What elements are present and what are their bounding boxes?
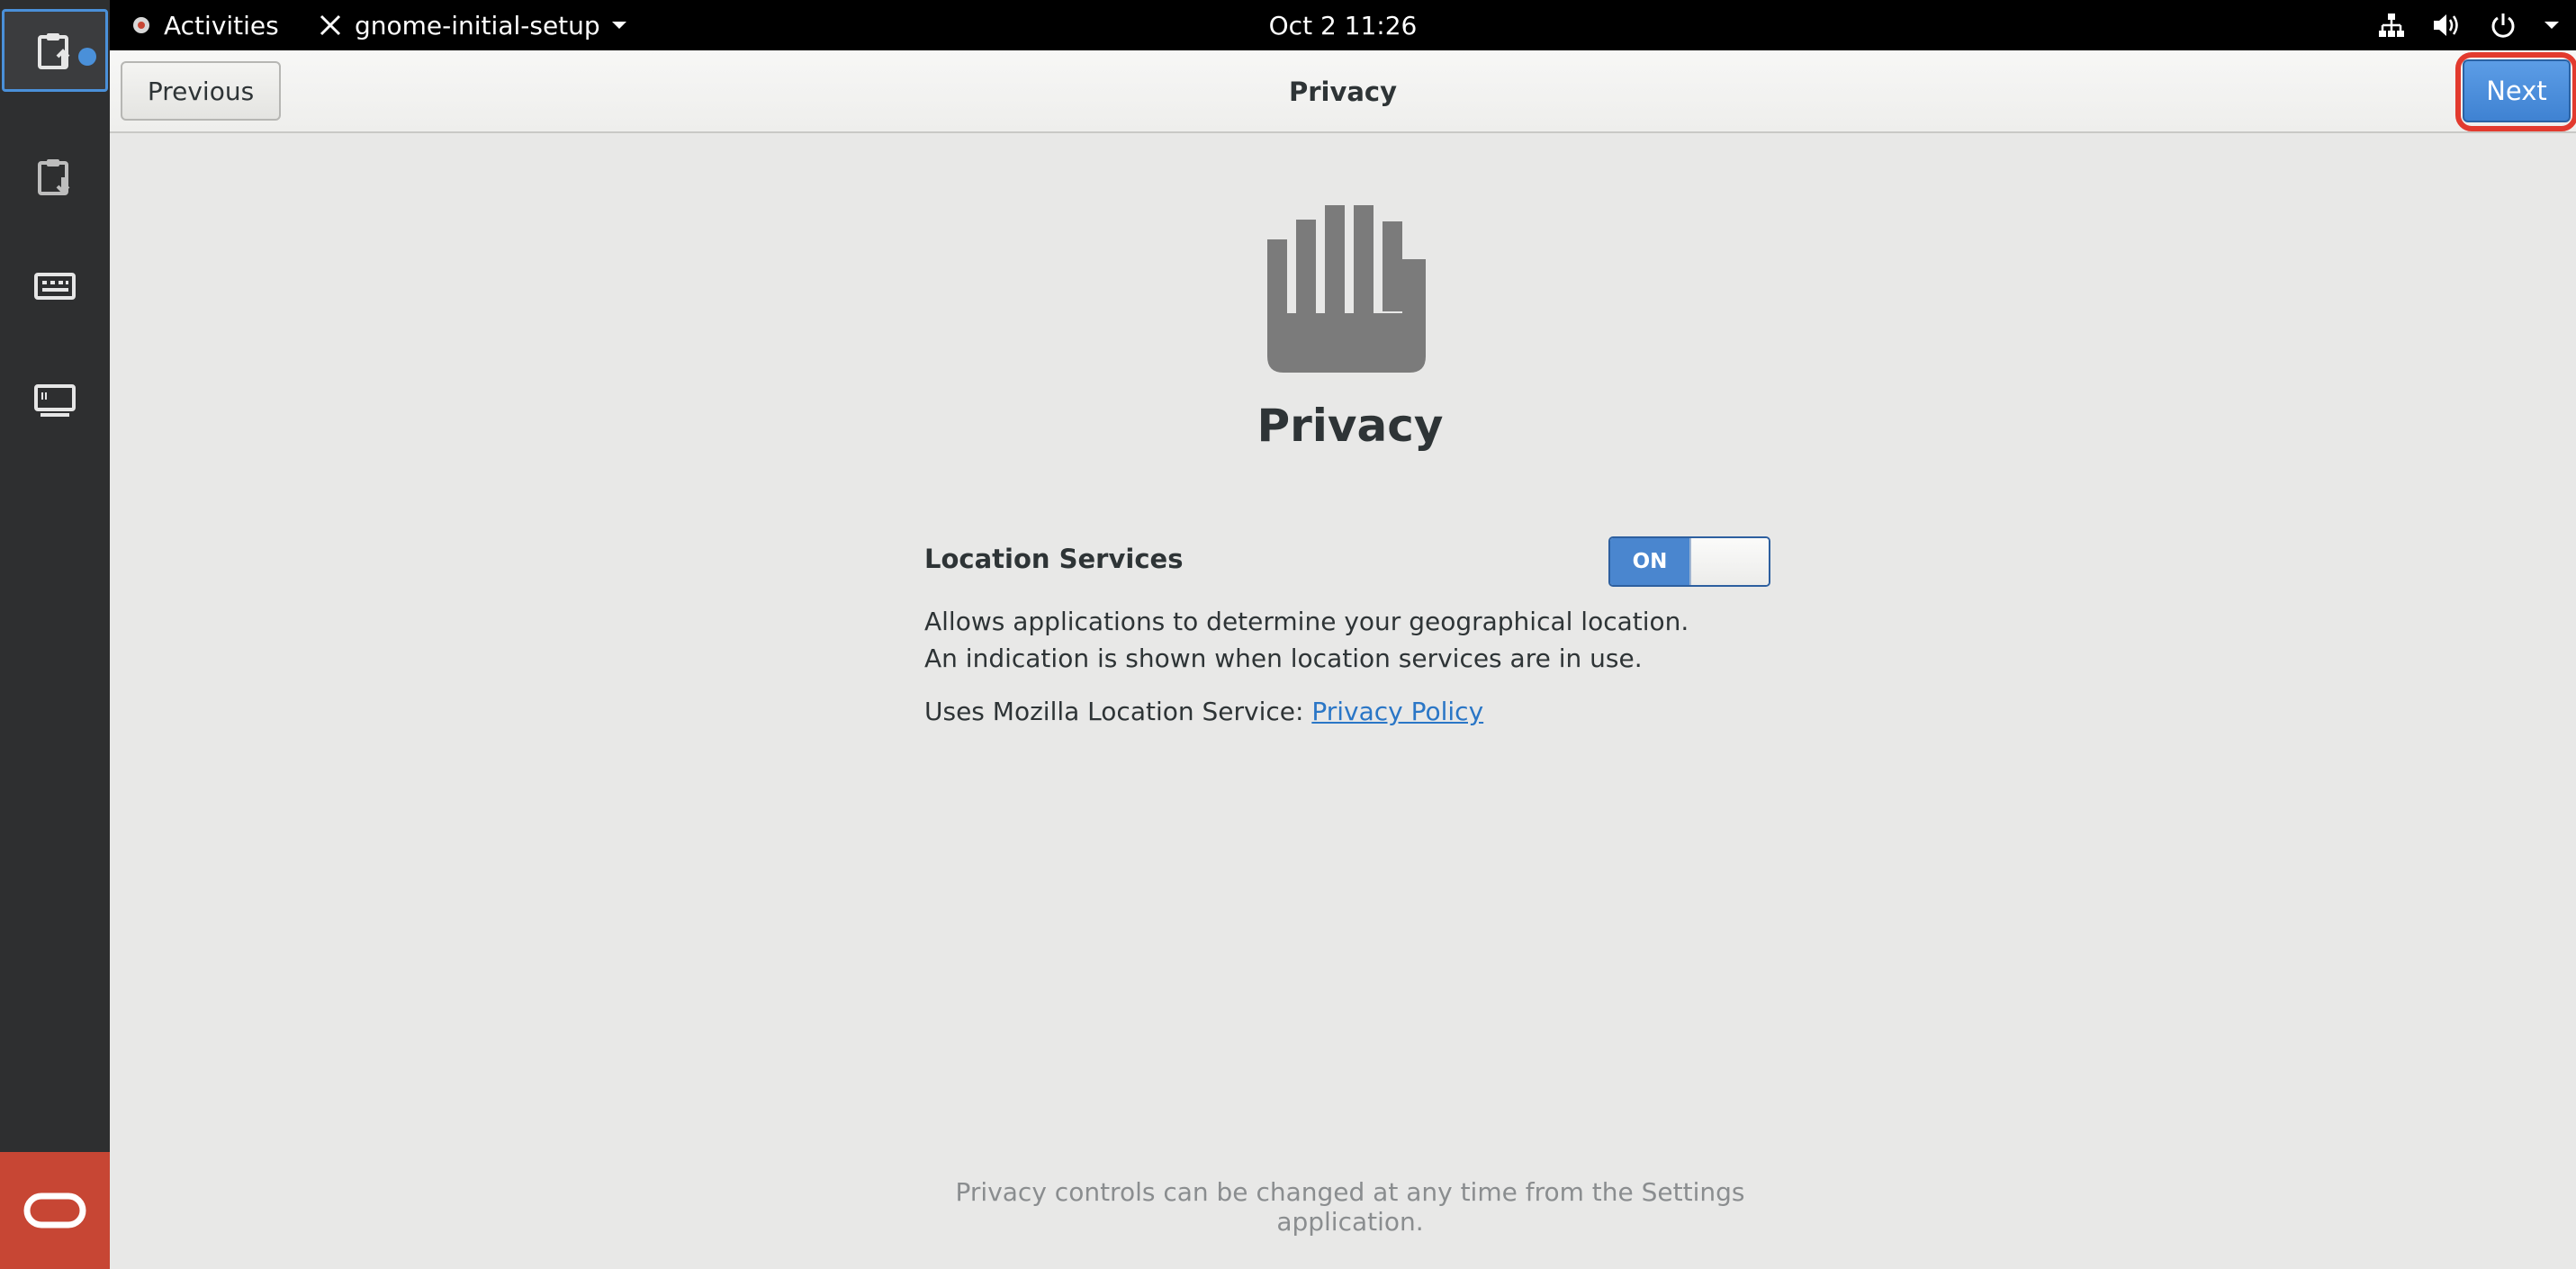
page-heading: Privacy	[1256, 400, 1444, 452]
privacy-hand-icon	[1267, 205, 1426, 373]
dock-item-oracle[interactable]	[0, 1152, 110, 1269]
app-menu[interactable]: gnome-initial-setup	[317, 0, 627, 50]
gnome-top-bar: Activities gnome-initial-setup Oct 2 11:…	[110, 0, 2576, 50]
system-status-area[interactable]	[2378, 0, 2560, 50]
oracle-logo-icon	[23, 1192, 86, 1228]
chevron-down-icon	[2544, 22, 2559, 29]
policy-line: Uses Mozilla Location Service: Privacy P…	[924, 697, 1483, 726]
clipboard-download-icon	[38, 159, 70, 195]
next-button[interactable]: Next	[2463, 59, 2571, 122]
header-title: Privacy	[1288, 76, 1398, 107]
power-icon	[2491, 14, 2515, 38]
dock-item-display[interactable]	[0, 360, 110, 443]
switch-knob[interactable]	[1689, 538, 1769, 585]
clock[interactable]: Oct 2 11:26	[1269, 11, 1418, 40]
chevron-down-icon	[611, 22, 626, 29]
activities-icon	[133, 17, 149, 33]
header-title-container: Privacy	[110, 50, 2576, 133]
display-icon	[34, 384, 76, 417]
dock-item-upload[interactable]	[2, 9, 108, 92]
switch-on-label: ON	[1610, 538, 1689, 585]
keyboard-icon	[34, 273, 76, 300]
tools-icon	[320, 14, 341, 36]
previous-button[interactable]: Previous	[121, 61, 281, 121]
dock-item-keyboard[interactable]	[0, 245, 110, 328]
location-services-switch[interactable]: ON	[1608, 536, 1770, 587]
activities-button[interactable]: Activities	[131, 0, 279, 50]
header-bar: Privacy Previous Next	[110, 50, 2576, 133]
app-menu-label: gnome-initial-setup	[355, 10, 600, 40]
clipboard-upload-icon	[38, 33, 70, 69]
privacy-policy-link[interactable]: Privacy Policy	[1311, 697, 1483, 726]
network-icon	[2379, 14, 2404, 37]
side-dock	[0, 0, 110, 1269]
dock-item-download[interactable]	[0, 135, 110, 218]
footer-note: Privacy controls can be changed at any t…	[955, 1177, 1745, 1237]
location-services-label: Location Services	[924, 544, 1184, 574]
notification-dot	[78, 48, 96, 66]
policy-prefix: Uses Mozilla Location Service:	[924, 697, 1312, 726]
volume-icon	[2434, 14, 2458, 36]
activities-label: Activities	[164, 10, 279, 40]
location-description: Allows applications to determine your ge…	[924, 607, 1689, 673]
